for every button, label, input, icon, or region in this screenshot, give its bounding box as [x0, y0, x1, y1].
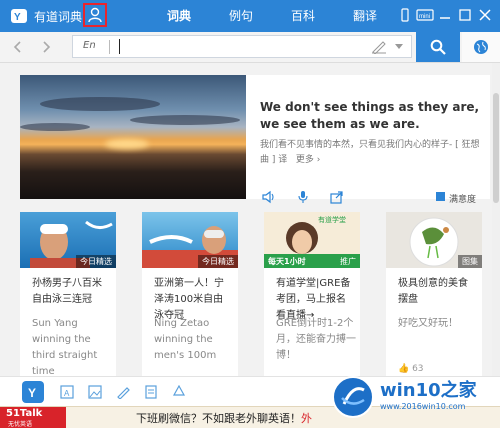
ad-main-text: 下班刷微信？不如跟老外聊英语！: [136, 412, 301, 425]
quote-chinese: 我们看不见事情的本然，只看见我们内心的样子- [ 狂想曲 ] 译 更多 ›: [260, 138, 480, 168]
checkbox-icon[interactable]: [436, 192, 445, 201]
promo-image: 有道学堂 每天1小时 推广: [264, 212, 360, 268]
mini-mode-icon[interactable]: mini: [416, 8, 434, 22]
news-card[interactable]: 有道学堂 每天1小时 推广 有道学堂|GRE备考团，马上报名看直播→ GRE倒计…: [264, 212, 360, 376]
image-tool-icon[interactable]: [88, 385, 102, 399]
card-title: 孙杨男子八百米自由泳三连冠: [32, 278, 102, 305]
search-input[interactable]: En: [72, 35, 412, 58]
sunset-image: [20, 75, 246, 199]
more-label: 更多: [295, 155, 314, 165]
vertical-scrollbar[interactable]: [492, 63, 500, 376]
title-bar: Y 有道词典 词典 例句 百科 翻译 mini: [0, 0, 500, 32]
microphone-icon[interactable]: [296, 190, 310, 204]
ad-highlight-text: 外: [301, 412, 312, 425]
card-subtitle: Ning Zetao winning the men's 100m: [154, 318, 217, 361]
globe-icon: [474, 40, 488, 54]
svg-text:Y: Y: [14, 12, 21, 23]
promo-image-text: 每天1小时: [268, 257, 306, 266]
pen-tool-icon[interactable]: [116, 385, 130, 399]
watermark: win10之家 www.2016win10.com: [332, 368, 500, 426]
daily-sentence-card[interactable]: We don't see things as they are, we see …: [20, 75, 490, 205]
card-badge: 今日精选: [198, 255, 238, 268]
tab-dictionary[interactable]: 词典: [148, 0, 210, 32]
swimmer-image: 今日精选: [20, 212, 116, 268]
text-cursor: [119, 39, 120, 54]
ad-logo-text: 51Talk: [6, 408, 43, 419]
share-icon[interactable]: [330, 190, 344, 204]
svg-text:A: A: [64, 389, 70, 398]
user-icon: [88, 7, 102, 23]
content-area: We don't see things as they are, we see …: [0, 63, 492, 377]
chevron-down-icon[interactable]: [395, 44, 403, 50]
card-subtitle: Sun Yang winning the third straight time: [32, 318, 98, 377]
satisfaction-label: 满意度: [449, 195, 477, 205]
swimmer-image: 今日精选: [142, 212, 238, 268]
recycle-tool-icon[interactable]: [172, 385, 186, 399]
food-image: 图集: [386, 212, 482, 268]
app-title: 有道词典: [34, 10, 83, 24]
dictionary-icon: Y: [28, 386, 36, 400]
divider: [109, 40, 110, 54]
tab-encyclopedia[interactable]: 百科: [272, 0, 334, 32]
dictionary-tool-button[interactable]: Y: [22, 381, 44, 403]
forward-arrow-icon[interactable]: [38, 39, 54, 55]
card-subtitle: GRE倒计时1-2个月，还能奋力搏一博！: [276, 318, 356, 361]
watermark-logo-icon: [332, 376, 374, 418]
text-tool-icon[interactable]: A: [60, 385, 74, 399]
ad-logo: 51Talk 无忧英语: [0, 407, 66, 428]
handwriting-icon[interactable]: [371, 40, 387, 54]
maximize-icon[interactable]: [458, 8, 472, 22]
tab-examples[interactable]: 例句: [210, 0, 272, 32]
back-arrow-icon[interactable]: [10, 39, 26, 55]
search-icon: [430, 39, 446, 55]
quote-english: We don't see things as they are, we see …: [260, 100, 480, 131]
card-title: 极具创意的美食摆盘: [398, 278, 468, 305]
close-icon[interactable]: [478, 8, 492, 22]
card-badge: 今日精选: [76, 255, 116, 268]
watermark-url: www.2016win10.com: [380, 402, 466, 411]
promo-brand: 有道学堂: [318, 216, 346, 224]
news-card[interactable]: 图集 极具创意的美食摆盘 好吃又好玩！ 👍 63: [386, 212, 482, 376]
notebook-tool-icon[interactable]: [144, 385, 158, 399]
watermark-title: win10之家: [380, 380, 477, 401]
card-subtitle: 好吃又好玩！: [398, 318, 458, 329]
main-tabs: 词典 例句 百科 翻译: [148, 0, 396, 32]
language-selector[interactable]: En: [83, 40, 96, 51]
mobile-icon[interactable]: [398, 8, 412, 22]
svg-text:mini: mini: [419, 14, 430, 20]
tab-translate[interactable]: 翻译: [334, 0, 396, 32]
svg-text:Y: Y: [28, 386, 36, 400]
more-link[interactable]: 更多 ›: [290, 155, 320, 165]
minimize-icon[interactable]: [438, 8, 452, 22]
user-account-button[interactable]: [83, 3, 107, 27]
news-card[interactable]: 今日精选 孙杨男子八百米自由泳三连冠 Sun Yang winning the …: [20, 212, 116, 377]
ad-text: 下班刷微信？不如跟老外聊英语！外: [136, 410, 312, 426]
search-button[interactable]: [416, 32, 460, 62]
news-card[interactable]: 今日精选 亚洲第一人！宁泽涛100米自由泳夺冠 Ning Zetao winni…: [142, 212, 238, 376]
speaker-icon[interactable]: [262, 190, 276, 204]
app-logo-icon: Y: [11, 9, 27, 23]
card-badge: 推广: [336, 255, 360, 268]
scroll-thumb[interactable]: [493, 93, 499, 203]
card-badge: 图集: [458, 255, 482, 268]
web-translate-button[interactable]: [462, 32, 500, 62]
